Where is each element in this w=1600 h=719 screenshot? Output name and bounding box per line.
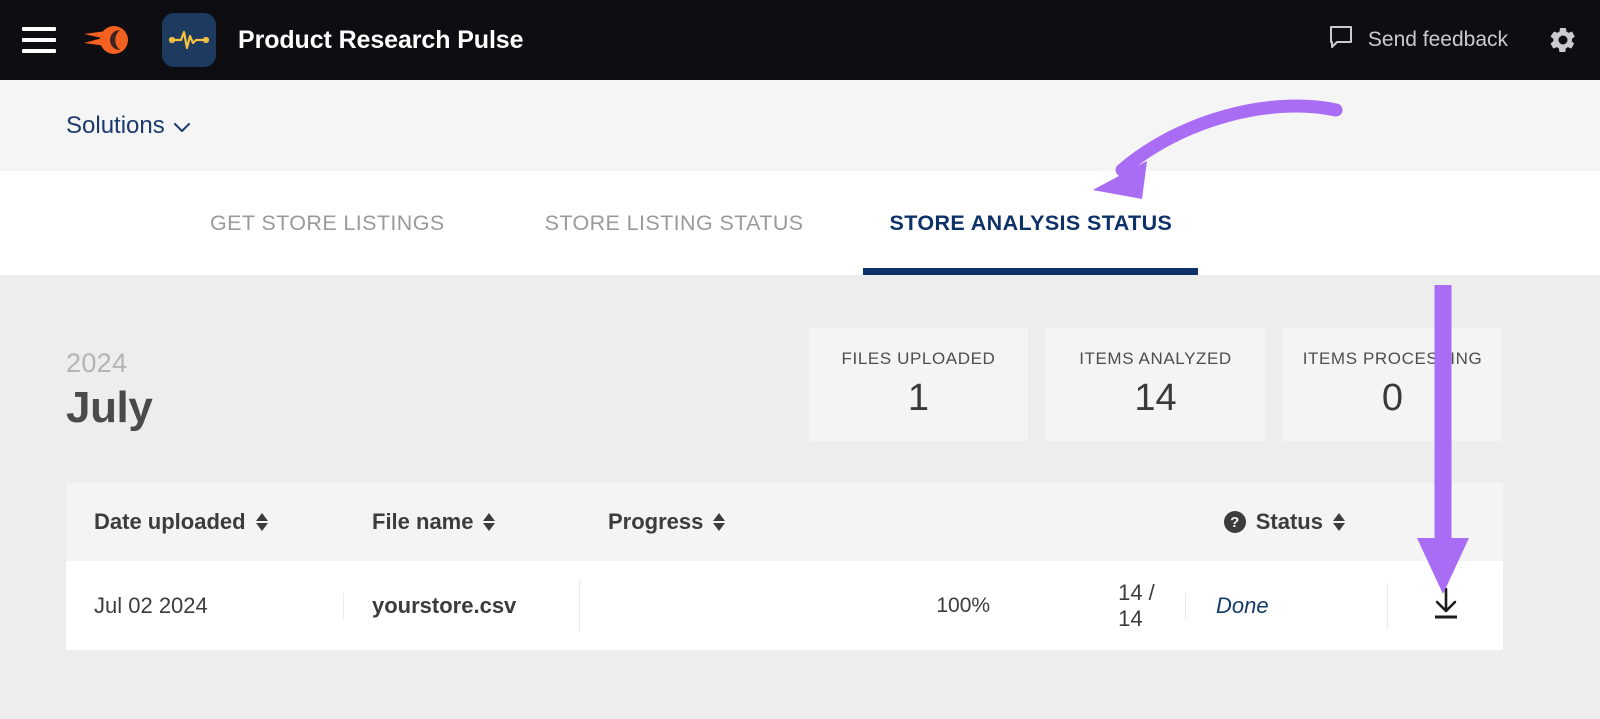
sort-icon[interactable] [483,513,495,531]
pulse-app-icon [162,13,216,67]
help-icon[interactable]: ? [1224,511,1246,533]
tab-bar: GET STORE LISTINGS STORE LISTING STATUS … [0,171,1600,275]
column-header-date-uploaded[interactable]: Date uploaded [66,509,343,535]
download-icon [1426,583,1466,629]
page-title: Product Research Pulse [238,26,523,55]
breadcrumb-bar: Solutions [0,80,1600,171]
column-header-file-name[interactable]: File name [343,509,579,535]
tab-label: STORE ANALYSIS STATUS [889,211,1172,236]
hamburger-line [22,49,56,53]
stat-card-list: FILES UPLOADED 1 ITEMS ANALYZED 14 ITEMS… [809,328,1502,441]
comment-icon [1328,24,1354,56]
hamburger-line [22,38,56,42]
stat-label: ITEMS ANALYZED [1079,349,1232,369]
stat-value: 1 [908,377,929,420]
sort-icon[interactable] [1333,513,1345,531]
progress-percent-label: 100% [936,594,990,618]
sort-icon[interactable] [256,513,268,531]
sort-icon[interactable] [713,513,725,531]
hamburger-menu-icon[interactable] [22,27,56,53]
stat-card-items-analyzed: ITEMS ANALYZED 14 [1046,328,1265,441]
tab-label: GET STORE LISTINGS [210,211,445,236]
breadcrumb-solutions-dropdown[interactable]: Solutions [66,112,191,140]
period-month: July [66,383,152,433]
cell-progress: 100% 14 / 14 [579,580,1185,632]
top-navigation-bar: Product Research Pulse Send feedback [0,0,1600,80]
main-content: 2024 July FILES UPLOADED 1 ITEMS ANALYZE… [0,275,1600,719]
column-label: Status [1256,509,1323,535]
tab-list: GET STORE LISTINGS STORE LISTING STATUS … [0,171,1198,275]
tab-get-store-listings[interactable]: GET STORE LISTINGS [184,171,471,275]
cell-file-name: yourstore.csv [343,593,579,619]
progress-bar-track [608,596,914,616]
column-label: File name [372,509,473,535]
stat-value: 14 [1134,377,1176,420]
chevron-down-icon [173,112,191,140]
send-feedback-button[interactable]: Send feedback [1328,24,1508,56]
send-feedback-label: Send feedback [1368,28,1508,52]
breadcrumb-label: Solutions [66,112,165,140]
column-label: Date uploaded [94,509,246,535]
column-header-status[interactable]: ? Status [1185,509,1387,535]
table-row: Jul 02 2024 yourstore.csv 100% 14 / 14 D… [66,561,1503,650]
semrush-logo-icon[interactable] [82,20,134,60]
download-button[interactable] [1387,583,1503,629]
top-bar-actions: Send feedback [1328,24,1600,56]
tab-store-listing-status[interactable]: STORE LISTING STATUS [519,171,830,275]
store-analysis-table: Date uploaded File name Progress ? Statu… [66,483,1503,650]
stat-card-items-processing: ITEMS PROCESSING 0 [1283,328,1502,441]
stat-label: ITEMS PROCESSING [1303,349,1483,369]
column-label: Progress [608,509,703,535]
tab-store-analysis-status[interactable]: STORE ANALYSIS STATUS [863,171,1198,275]
cell-date-uploaded: Jul 02 2024 [66,593,343,619]
table-header-row: Date uploaded File name Progress ? Statu… [66,483,1503,561]
progress-counts-label: 14 / 14 [1118,580,1185,632]
period-year: 2024 [66,348,152,379]
summary-row: 2024 July FILES UPLOADED 1 ITEMS ANALYZE… [0,275,1600,480]
period-heading: 2024 July [66,348,152,433]
gear-icon[interactable] [1548,25,1578,55]
cell-status[interactable]: Done [1185,593,1387,619]
column-header-progress[interactable]: Progress [579,509,1185,535]
tab-label: STORE LISTING STATUS [545,211,804,236]
stat-value: 0 [1382,377,1403,420]
hamburger-line [22,27,56,31]
stat-card-files-uploaded: FILES UPLOADED 1 [809,328,1028,441]
stat-label: FILES UPLOADED [842,349,996,369]
